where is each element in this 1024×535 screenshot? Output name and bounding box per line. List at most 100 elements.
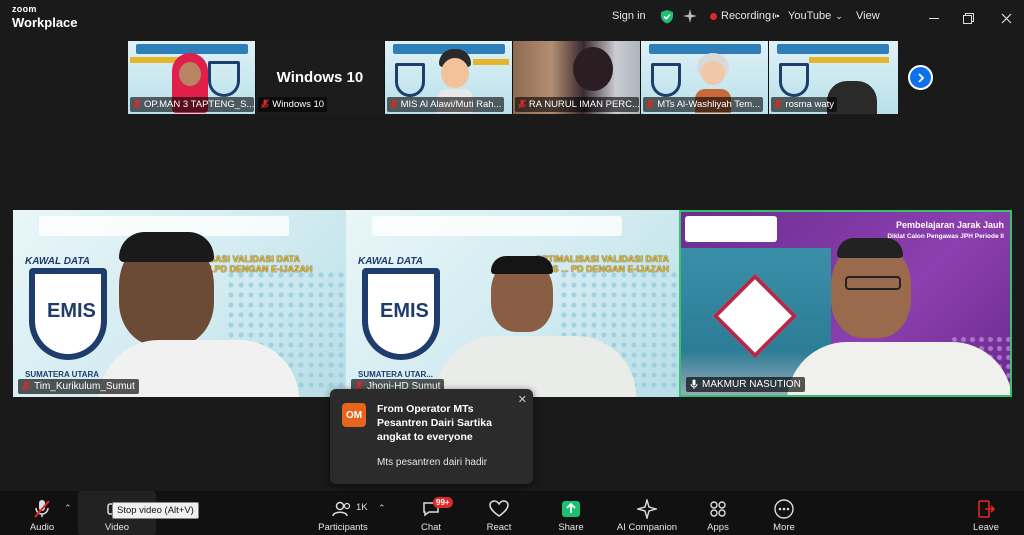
react-button[interactable]: React [482, 491, 516, 535]
main-video-tile[interactable]: KAWAL DATA EMIS SASI VALIDASI DATA LPD D… [13, 210, 346, 397]
share-screen-icon [561, 497, 581, 521]
heart-icon [489, 497, 509, 521]
brand-large: Workplace [12, 15, 78, 30]
recording-dot-icon [710, 12, 717, 20]
restore-icon[interactable] [958, 8, 978, 28]
encryption-shield-icon[interactable] [660, 9, 674, 24]
participant-tile[interactable]: rosma waty [769, 41, 898, 114]
more-button[interactable]: More [768, 491, 800, 535]
view-label: View [856, 10, 880, 22]
main-video-tile[interactable]: KAWAL DATA EMIS OPTIMALISASI VALIDASI DA… [346, 210, 679, 397]
participant-name: rosma waty [771, 97, 838, 112]
gallery-strip: OP.MAN 3 TAPTENG_S... Windows 10 Windows… [128, 41, 898, 114]
chevron-right-icon [917, 72, 924, 83]
avatar: OM [342, 403, 366, 427]
sign-in-label: Sign in [612, 10, 646, 22]
apps-grid-icon [709, 497, 727, 521]
participant-name: MIS Al Alawi/Muti Rah... [386, 97, 505, 112]
participant-display-name: Windows 10 [276, 69, 364, 86]
participants-icon [332, 497, 354, 521]
slide-headline [809, 57, 890, 63]
mic-muted-icon [33, 497, 51, 521]
notification-message: Mts pesantren dairi hadir [377, 457, 488, 468]
chat-notification[interactable]: OM From Operator MTs Pesantren Dairi Sar… [330, 389, 533, 484]
participant-name: Windows 10 [258, 97, 328, 112]
youtube-live-menu[interactable]: YouTube ⌄ [772, 10, 843, 22]
share-button[interactable]: Share [554, 491, 588, 535]
mic-muted-icon [389, 99, 398, 112]
audio-label: Audio [29, 522, 55, 533]
chat-unread-badge: 99+ [433, 497, 453, 508]
video-tooltip: Stop video (Alt+V) [112, 502, 199, 519]
apps-button[interactable]: Apps [702, 491, 734, 535]
participant-tile[interactable]: MIS Al Alawi/Muti Rah... [384, 41, 513, 114]
participants-button[interactable]: Participants [316, 491, 370, 535]
participant-video [787, 232, 1010, 395]
sign-in-link[interactable]: Sign in [612, 10, 646, 22]
participant-tile[interactable]: Windows 10 Windows 10 [256, 41, 385, 114]
minimize-icon[interactable] [924, 8, 944, 28]
chat-label: Chat [420, 522, 442, 533]
mic-muted-icon [774, 99, 783, 112]
leave-door-icon [976, 497, 996, 521]
participant-name: MTs Al-Washliyah Tem... [643, 97, 764, 112]
more-dots-icon [774, 497, 794, 521]
mic-on-icon [690, 379, 698, 392]
recording-indicator[interactable]: Recording [710, 10, 771, 22]
mic-muted-icon [261, 99, 270, 112]
mic-muted-icon [22, 381, 30, 394]
emis-logo: EMIS [29, 268, 107, 360]
brand-small: zoom [12, 4, 37, 14]
ai-sparkle-icon[interactable] [683, 9, 697, 23]
participant-count: 1K [356, 502, 368, 513]
slide-headline [472, 59, 509, 65]
close-icon[interactable]: ✕ [518, 393, 527, 406]
chevron-down-icon: ⌄ [835, 10, 843, 21]
react-label: React [486, 522, 512, 533]
more-label: More [773, 522, 795, 533]
title-bar: zoom Workplace Sign in Recording YouTube… [0, 0, 1024, 36]
recording-label: Recording [721, 10, 772, 22]
emis-logo [208, 61, 240, 97]
participant-tile[interactable]: RA NURUL IMAN PERC... [512, 41, 642, 114]
participant-tile[interactable]: MTs Al-Washliyah Tem... [641, 41, 770, 114]
slide-title: KAWAL DATA [25, 256, 90, 267]
leave-button[interactable]: Leave [970, 491, 1002, 535]
participant-name: RA NURUL IMAN PERC... [514, 97, 639, 112]
slide-footer: SUMATERA UTARA [25, 370, 100, 379]
leave-label: Leave [973, 522, 999, 533]
live-stream-icon [772, 12, 780, 20]
mic-muted-icon [646, 99, 655, 112]
slide-footer: SUMATERA UTAR... [358, 370, 433, 379]
banner-title: Pembelajaran Jarak Jauh [895, 220, 1004, 230]
participant-tile[interactable]: OP.MAN 3 TAPTENG_S... [128, 41, 257, 114]
participant-video [436, 250, 636, 397]
audio-options-chevron-icon[interactable]: ⌃ [64, 503, 72, 514]
share-label: Share [558, 522, 584, 533]
notification-title: From Operator MTs Pesantren Dairi Sartik… [377, 403, 492, 443]
app-logo: zoom Workplace [12, 4, 78, 30]
main-video-tile-active-speaker[interactable]: Pembelajaran Jarak Jauh Diklat Calon Pen… [679, 210, 1012, 397]
slide-title: KAWAL DATA [358, 256, 423, 267]
audio-button[interactable]: Audio [24, 491, 60, 535]
participant-video [99, 222, 299, 397]
slide-banner [777, 44, 890, 54]
mic-muted-icon [518, 99, 526, 112]
youtube-label: YouTube [788, 10, 832, 22]
slide-logo-bar [372, 216, 622, 236]
view-menu[interactable]: View [856, 10, 880, 22]
logo-bar [685, 216, 777, 242]
ai-companion-label: AI Companion [616, 522, 678, 533]
emis-logo: EMIS [362, 268, 440, 360]
participant-name: MAKMUR NASUTION [686, 377, 805, 392]
ai-companion-button[interactable]: AI Companion [614, 491, 680, 535]
participant-name: Tim_Kurikulum_Sumut [18, 379, 139, 394]
ai-sparkle-icon [637, 497, 657, 521]
participants-options-chevron-icon[interactable]: ⌃ [378, 503, 386, 514]
emis-logo [651, 63, 682, 97]
emis-logo [779, 63, 810, 97]
participant-name: OP.MAN 3 TAPTENG_S... [130, 97, 254, 112]
gallery-next-button[interactable] [908, 65, 933, 90]
close-icon[interactable] [996, 8, 1016, 28]
emis-logo [394, 63, 425, 97]
